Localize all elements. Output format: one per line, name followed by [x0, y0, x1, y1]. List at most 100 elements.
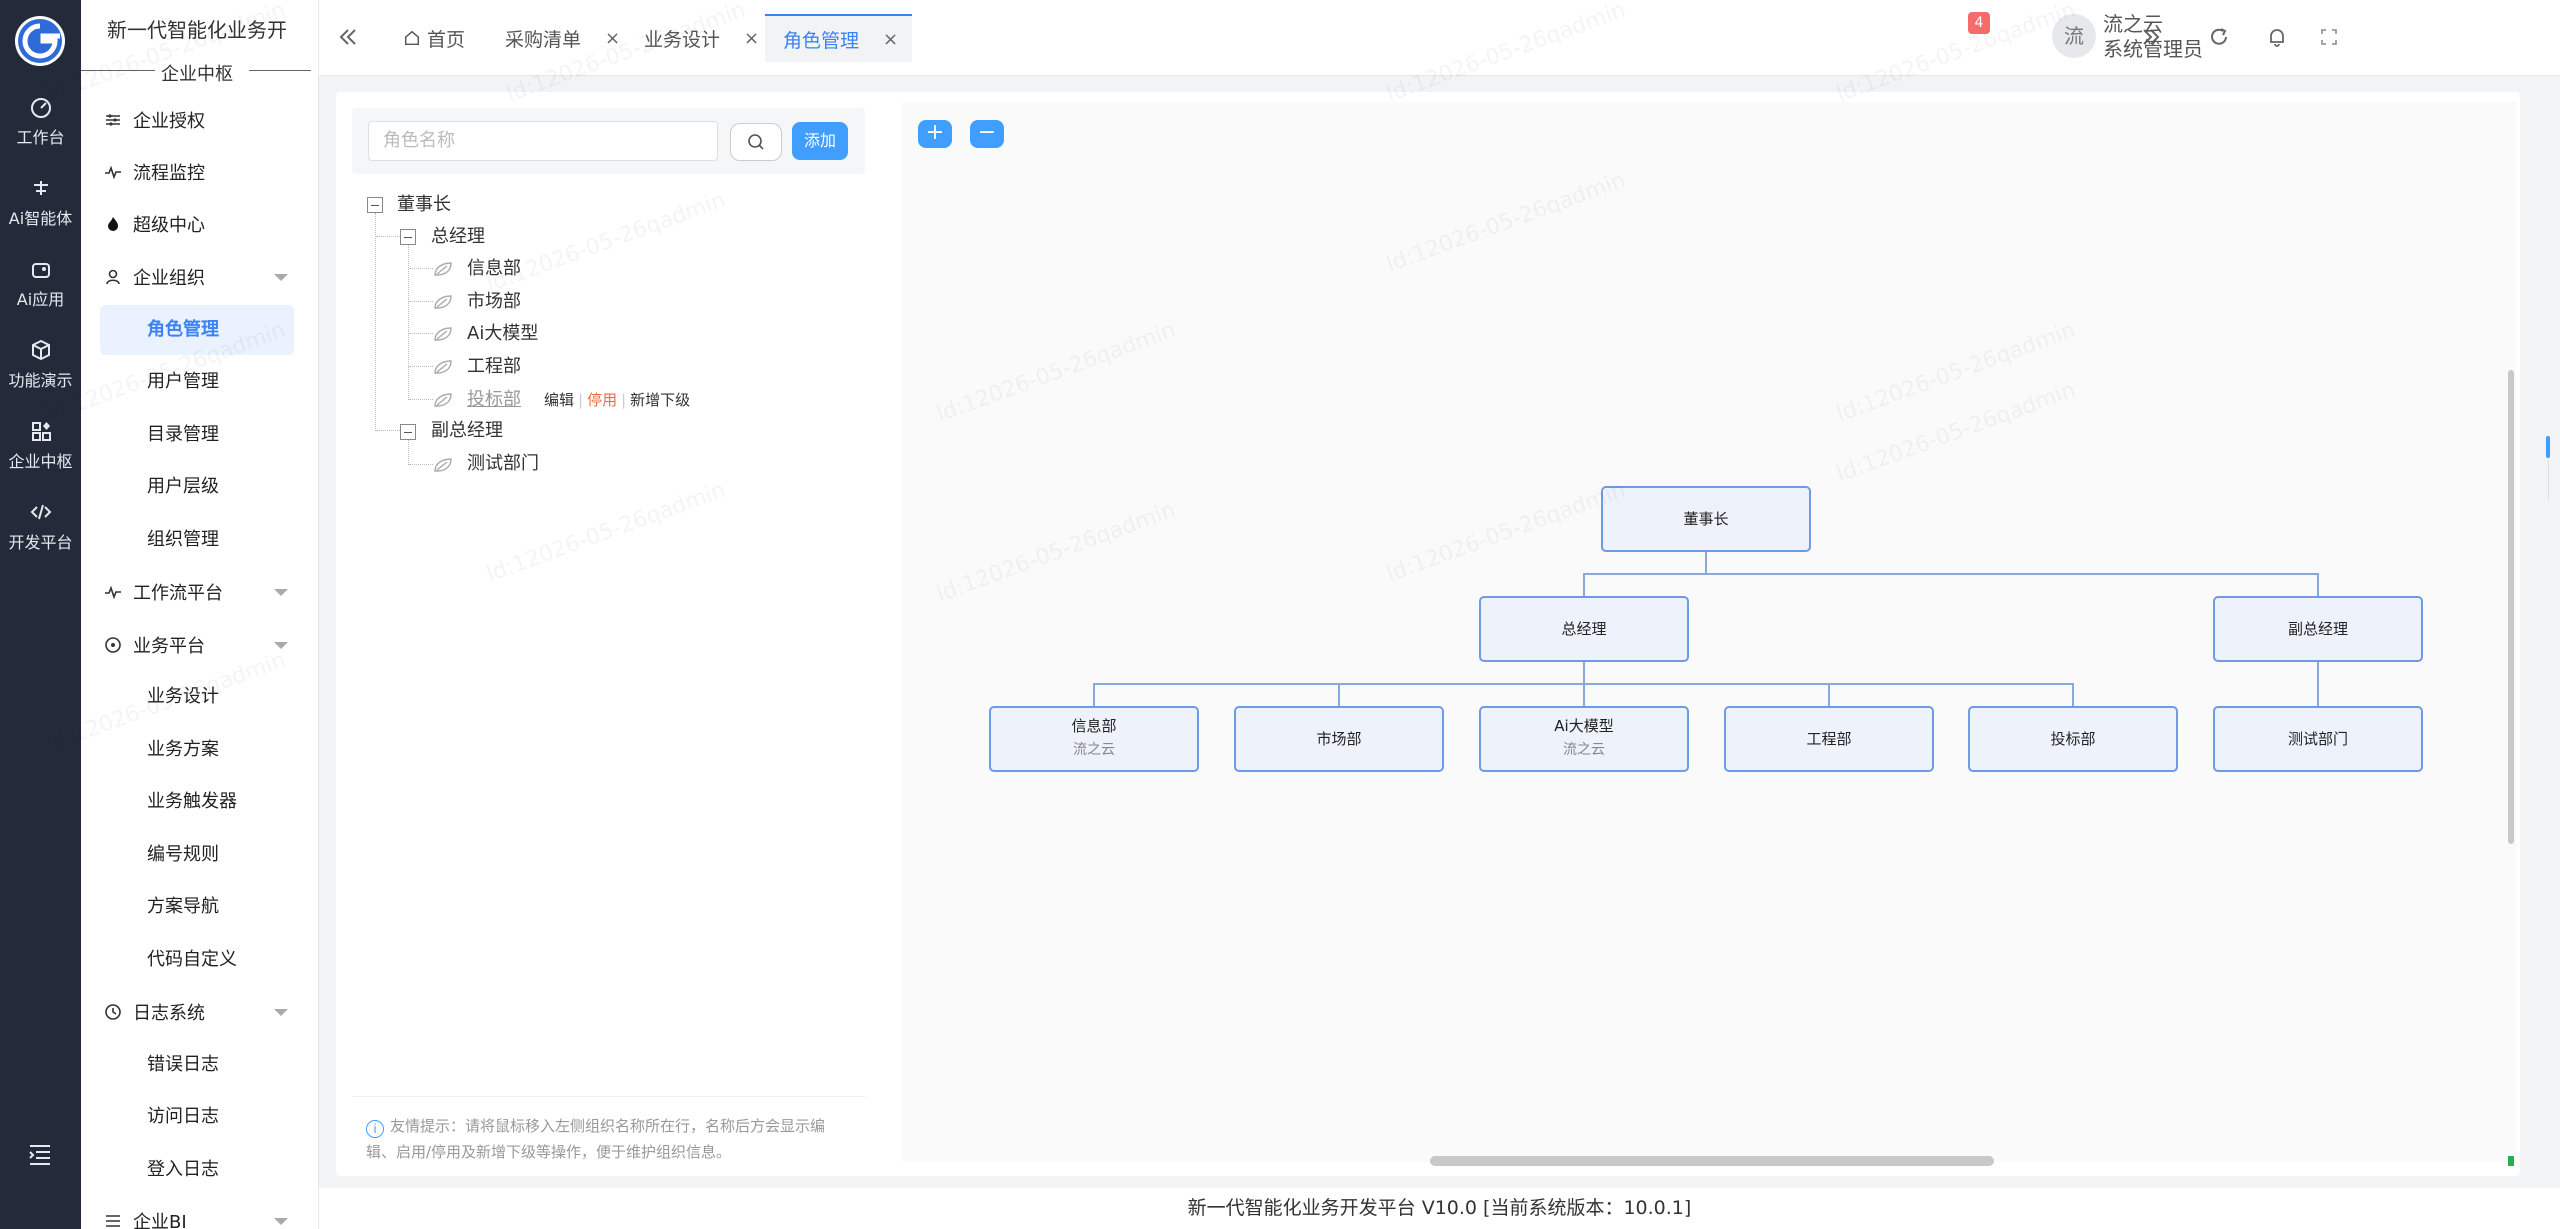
app-title: 新一代智能化业务开	[107, 18, 287, 42]
search-icon	[748, 134, 764, 150]
menu-sub-login-log[interactable]: 登入日志	[147, 1155, 219, 1185]
tree-node-test-dept[interactable]: 测试部门	[467, 451, 539, 477]
menu-item-enterprise-org[interactable]: 企业组织	[103, 262, 205, 292]
org-node-market-dept[interactable]: 市场部	[1234, 706, 1444, 772]
tab-purchase-list[interactable]: 采购清单 ×	[505, 14, 620, 62]
bell-icon[interactable]	[2266, 26, 2288, 48]
tree-node-market-dept[interactable]: 市场部	[467, 289, 521, 315]
tab-role-management[interactable]: 角色管理 ×	[765, 14, 913, 62]
leaf-icon	[433, 294, 453, 310]
divider	[2548, 460, 2549, 500]
tree-node-deputy-gm[interactable]: 副总经理	[431, 418, 503, 444]
tree-node-info-dept[interactable]: 信息部	[467, 256, 521, 282]
user-role: 系统管理员	[2103, 37, 2203, 61]
menu-sub-user-management[interactable]: 用户管理	[147, 367, 219, 397]
tab-home[interactable]: 首页	[403, 14, 465, 62]
menu-item-enterprise-auth[interactable]: 企业授权	[103, 105, 205, 135]
edit-link[interactable]: 编辑	[544, 391, 574, 409]
add-button[interactable]: 添加	[792, 122, 848, 160]
menu-sub-directory-management[interactable]: 目录管理	[147, 420, 219, 450]
ai-app-icon	[28, 256, 54, 282]
refresh-icon[interactable]	[2208, 26, 2230, 48]
menu-item-workflow[interactable]: 工作流平台	[103, 577, 223, 607]
notification-badge: 4	[1968, 12, 1990, 34]
search-button[interactable]	[730, 123, 782, 161]
org-node-deputy-gm[interactable]: 副总经理	[2213, 596, 2423, 662]
menu-sub-plan-nav[interactable]: 方案导航	[147, 892, 219, 922]
pulse-icon	[103, 582, 123, 602]
collapse-sidebar-icon[interactable]	[337, 26, 359, 48]
user-info[interactable]: 流之云 系统管理员	[2103, 12, 2203, 62]
menu-sub-error-log[interactable]: 错误日志	[147, 1050, 219, 1080]
sliders-icon	[103, 110, 123, 130]
menu-item-super-center[interactable]: 超级中心	[103, 209, 205, 239]
avatar[interactable]: 流	[2052, 14, 2096, 58]
menu-sub-role-management[interactable]: 角色管理	[147, 315, 219, 345]
zoom-out-button[interactable]: −	[970, 120, 1004, 148]
menu-sub-code-custom[interactable]: 代码自定义	[147, 945, 237, 975]
rail-item-ai-app[interactable]: Ai应用	[0, 256, 81, 310]
tree-node-ai-model[interactable]: Ai大模型	[467, 321, 538, 347]
menu-sub-user-level[interactable]: 用户层级	[147, 472, 219, 502]
chevron-down-icon[interactable]	[274, 1009, 288, 1016]
add-child-link[interactable]: 新增下级	[630, 391, 690, 409]
menu-item-enterprise-bi[interactable]: 企业BI	[103, 1206, 187, 1229]
menu-sub-access-log[interactable]: 访问日志	[147, 1102, 219, 1132]
vertical-scrollbar[interactable]	[2508, 370, 2514, 844]
close-icon[interactable]: ×	[605, 28, 620, 49]
rail-label: 工作台	[16, 128, 65, 147]
tree-node-bidding-dept[interactable]: 投标部	[467, 387, 521, 413]
horizontal-scrollbar[interactable]	[1430, 1156, 1994, 1166]
info-icon: i	[366, 1120, 384, 1138]
disable-link[interactable]: 停用	[587, 391, 617, 409]
rail-item-dev[interactable]: 开发平台	[0, 499, 81, 553]
top-header: 首页 采购清单 × 业务设计 × 角色管理 × 4 流 流之云 系统管理员	[319, 0, 2560, 76]
zoom-in-button[interactable]: +	[918, 120, 952, 148]
code-icon	[28, 499, 54, 525]
org-node-ai-model[interactable]: Ai大模型 流之云	[1479, 706, 1689, 772]
menu-sub-biz-plan[interactable]: 业务方案	[147, 735, 219, 765]
rail-item-workbench[interactable]: 工作台	[0, 94, 81, 148]
fullscreen-icon[interactable]	[2318, 26, 2340, 48]
chevron-down-icon[interactable]	[274, 274, 288, 281]
menu-sub-numbering-rules[interactable]: 编号规则	[147, 840, 219, 870]
close-icon[interactable]: ×	[883, 29, 898, 50]
close-icon[interactable]: ×	[744, 28, 759, 49]
section-title: 企业中枢	[161, 64, 233, 85]
leaf-icon	[433, 359, 453, 375]
org-node-general-manager[interactable]: 总经理	[1479, 596, 1689, 662]
divider	[352, 1096, 865, 1097]
org-node-bidding-dept[interactable]: 投标部	[1968, 706, 2178, 772]
menu-item-process-monitor[interactable]: 流程监控	[103, 157, 205, 187]
menu-sub-biz-trigger[interactable]: 业务触发器	[147, 787, 237, 817]
tree-node-chairman[interactable]: 董事长	[397, 192, 451, 218]
chevron-down-icon[interactable]	[274, 642, 288, 649]
menu-sub-org-management[interactable]: 组织管理	[147, 525, 219, 555]
org-node-test-dept[interactable]: 测试部门	[2213, 706, 2423, 772]
rail-item-demo[interactable]: 功能演示	[0, 337, 81, 391]
chevron-down-icon[interactable]	[274, 589, 288, 596]
ai-agent-icon	[28, 175, 54, 201]
rail-item-ai-agent[interactable]: Ai智能体	[0, 175, 81, 229]
org-node-engineering-dept[interactable]: 工程部	[1724, 706, 1934, 772]
edge-handle[interactable]	[2546, 436, 2550, 458]
chevron-down-icon[interactable]	[274, 1218, 288, 1225]
org-node-chairman[interactable]: 董事长	[1601, 486, 1811, 552]
role-search-input[interactable]: 角色名称	[368, 121, 718, 161]
menu-item-log-system[interactable]: 日志系统	[103, 997, 205, 1027]
collapse-toggle-icon[interactable]	[400, 424, 416, 440]
org-node-info-dept[interactable]: 信息部 流之云	[989, 706, 1199, 772]
rail-item-hub[interactable]: 企业中枢	[0, 418, 81, 472]
tab-biz-design[interactable]: 业务设计 ×	[644, 14, 759, 62]
section-divider: 企业中枢	[81, 60, 311, 85]
menu-item-biz-platform[interactable]: 业务平台	[103, 630, 205, 660]
dashboard-icon	[28, 94, 54, 120]
tree-node-general-manager[interactable]: 总经理	[431, 224, 485, 250]
status-indicator	[2508, 1156, 2514, 1166]
tree-node-engineering-dept[interactable]: 工程部	[467, 354, 521, 380]
collapse-toggle-icon[interactable]	[400, 229, 416, 245]
collapse-menu-icon[interactable]	[26, 1140, 54, 1168]
footer: 新一代智能化业务开发平台 V10.0 [当前系统版本：10.0.1]	[319, 1188, 2560, 1229]
collapse-toggle-icon[interactable]	[367, 197, 383, 213]
menu-sub-biz-design[interactable]: 业务设计	[147, 682, 219, 712]
